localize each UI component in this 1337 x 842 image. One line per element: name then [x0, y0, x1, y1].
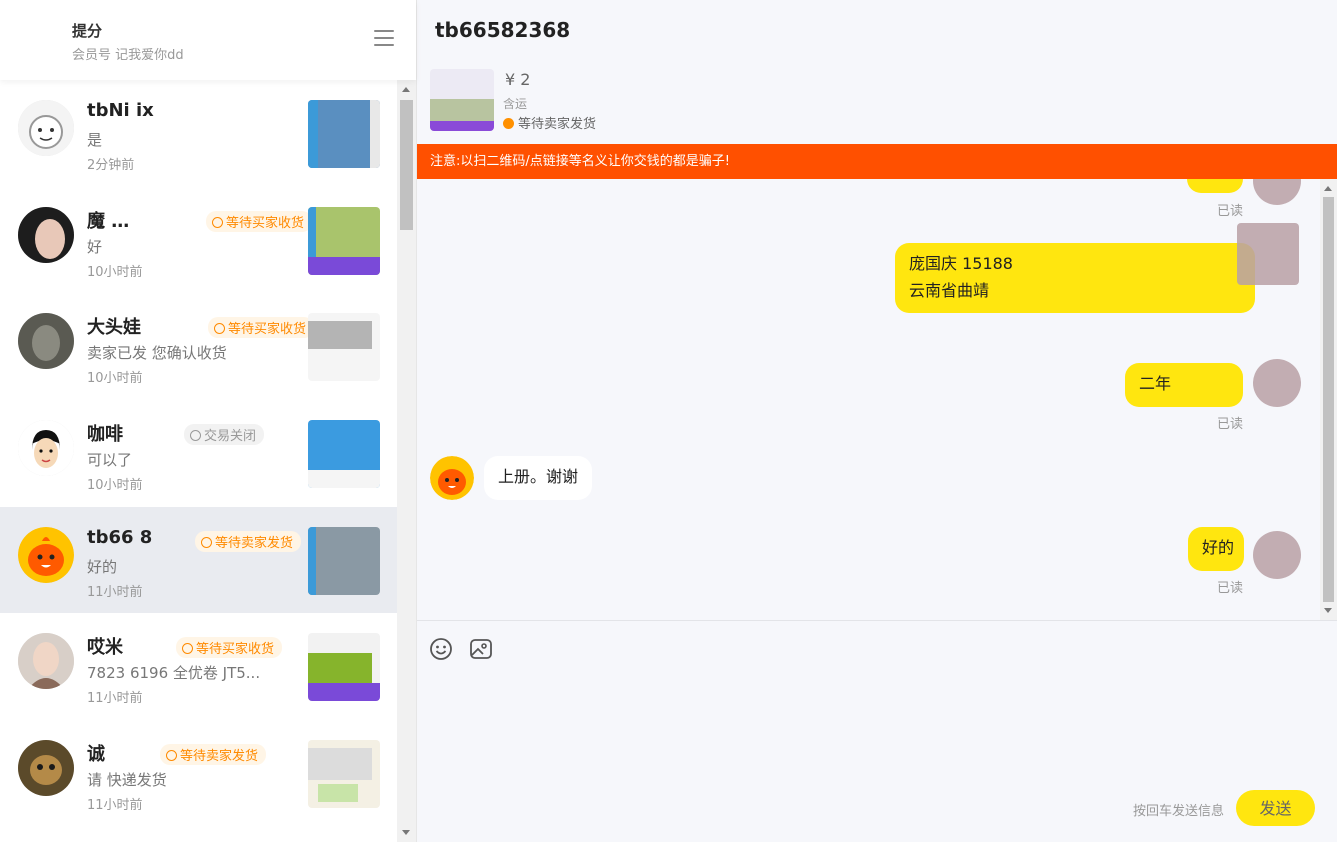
conversation-time: 2分钟前: [87, 158, 135, 173]
status-icon: [190, 430, 201, 442]
conversation-time: 10小时前: [87, 478, 143, 494]
conversation-item[interactable]: 哎米 等待买家收货 7823 6196 全优卷 JT5... 11小时前: [0, 613, 397, 720]
status-badge: 等待买家收货: [208, 317, 315, 339]
scrollbar-thumb[interactable]: [1323, 197, 1334, 602]
status-icon: [166, 750, 177, 762]
conversation-item[interactable]: 咖啡 交易关闭 可以了 10小时前: [0, 400, 397, 507]
conversation-last-message: 7823 6196 全优卷 JT5...: [87, 664, 261, 683]
conversation-time: 11小时前: [87, 691, 143, 707]
product-thumbnail: [308, 420, 380, 489]
send-button[interactable]: 发送: [1236, 790, 1315, 826]
my-avatar: [1253, 531, 1301, 579]
scroll-down-icon[interactable]: [1324, 608, 1332, 613]
conversation-time: 10小时前: [87, 264, 143, 280]
order-product-image: [430, 69, 494, 131]
status-badge: 交易关闭: [184, 424, 265, 446]
conversation-item[interactable]: 魔 … 等待买家收货 好 10小时前: [0, 187, 397, 294]
conversation-item[interactable]: tbNi ix 是 2分钟前: [0, 80, 397, 187]
conversation-last-message: 可以了: [87, 451, 133, 470]
my-avatar: [1237, 223, 1299, 285]
sidebar-scrollbar[interactable]: [397, 80, 416, 842]
contact-avatar: [430, 456, 474, 500]
conversation-name: tb66 8: [87, 526, 153, 548]
account-sub: 会员号 记我爱你dd: [72, 48, 184, 63]
conversation-name: 诚: [87, 744, 105, 766]
status-badge: 等待卖家发货: [195, 530, 302, 552]
status-badge: 等待买家收货: [206, 210, 313, 232]
conversation-last-message: 是: [87, 131, 103, 149]
chat-scrollbar[interactable]: [1320, 179, 1337, 620]
scroll-up-icon[interactable]: [1324, 186, 1332, 191]
order-price: ¥ 2: [505, 70, 531, 89]
scrollbar-thumb[interactable]: [400, 100, 413, 230]
read-receipt: 已读: [1217, 417, 1244, 432]
conversation-name: tbNi ix: [87, 100, 154, 121]
account-header: 提分 会员号 记我爱你dd: [0, 0, 416, 80]
product-thumbnail: [308, 740, 380, 809]
conversation-last-message: 好的: [87, 557, 118, 576]
fraud-warning-banner: 注意:以扫二维码/点链接等名义让你交钱的都是骗子!: [417, 144, 1337, 179]
read-receipt: 已读: [1217, 581, 1244, 596]
conversation-name: 哎米: [87, 637, 123, 659]
product-thumbnail: [308, 313, 380, 382]
message-bubble-me: 好的: [1188, 527, 1244, 571]
product-thumbnail: [308, 100, 380, 168]
status-icon: [212, 216, 223, 228]
message-line: 云南省曲靖: [909, 281, 990, 300]
avatar: [18, 420, 74, 477]
conversation-last-message: 请 快递发货: [87, 771, 167, 790]
my-avatar: [1253, 179, 1301, 205]
emoji-icon[interactable]: [429, 637, 453, 661]
status-badge: 等待卖家发货: [160, 744, 267, 766]
message-line: 庞国庆 15188: [909, 254, 1013, 273]
conversation-sidebar: 提分 会员号 记我爱你dd tbNi ix 是 2分钟前 魔 … 等待买家收货 …: [0, 0, 417, 842]
my-avatar: [1253, 359, 1301, 407]
message-bubble-me: 二年: [1125, 363, 1243, 407]
order-shipping: 含运: [503, 97, 528, 111]
message-bubble-me: 庞国庆 15188 云南省曲靖: [895, 243, 1255, 313]
avatar: [18, 633, 74, 690]
conversation-time: 10小时前: [87, 371, 143, 387]
order-status: 等待卖家发货: [503, 113, 596, 132]
avatar: [18, 100, 74, 156]
conversation-item[interactable]: 大头娃 等待买家收货 卖家已发 您确认收货 10小时前: [0, 293, 397, 400]
image-icon[interactable]: [469, 637, 493, 661]
message-composer[interactable]: 按回车发送信息 发送: [417, 620, 1337, 842]
menu-icon[interactable]: [374, 30, 394, 50]
status-badge: 等待买家收货: [176, 637, 283, 659]
conversation-name: 魔 …: [87, 210, 130, 232]
conversation-name: 大头娃: [87, 317, 141, 339]
chat-panel: tb66582368 ¥ 2 含运 等待卖家发货 注意:以扫二维码/点链接等名义…: [417, 0, 1337, 842]
avatar: [18, 526, 74, 583]
read-receipt: 已读: [1217, 204, 1244, 219]
conversation-list: tbNi ix 是 2分钟前 魔 … 等待买家收货 好 10小时前 大头娃 等待…: [0, 80, 397, 842]
send-hint: 按回车发送信息: [1133, 804, 1225, 819]
product-thumbnail: [308, 526, 380, 595]
conversation-name: 咖啡: [87, 424, 123, 446]
conversation-item-active[interactable]: tb66 8 等待卖家发货 好的 11小时前: [0, 506, 397, 614]
status-icon: [214, 323, 225, 335]
scroll-down-icon[interactable]: [402, 830, 410, 835]
app-window: 提分 会员号 记我爱你dd tbNi ix 是 2分钟前 魔 … 等待买家收货 …: [0, 0, 1337, 842]
conversation-item[interactable]: 诚 等待卖家发货 请 快递发货 11小时前: [0, 720, 397, 827]
conversation-time: 11小时前: [87, 798, 143, 814]
conversation-time: 11小时前: [87, 584, 143, 600]
avatar: [18, 313, 74, 370]
message-bubble-them: 上册。谢谢: [484, 456, 593, 500]
account-name: 提分: [72, 22, 103, 40]
conversation-last-message: 好: [87, 237, 103, 256]
clock-icon: [503, 118, 514, 129]
product-thumbnail: [308, 633, 380, 702]
conversation-last-message: 卖家已发 您确认收货: [87, 344, 227, 363]
status-icon: [201, 536, 212, 548]
avatar: [18, 206, 74, 263]
avatar: [18, 740, 74, 797]
chat-title: tb66582368: [435, 18, 571, 42]
message-list: 已读 庞国庆 15188 云南省曲靖 二年 已读 上册。谢谢 好的 已读: [417, 179, 1320, 620]
message-bubble-me: [1187, 179, 1243, 193]
scroll-up-icon[interactable]: [402, 87, 410, 92]
status-icon: [182, 643, 193, 655]
product-thumbnail: [308, 206, 380, 275]
